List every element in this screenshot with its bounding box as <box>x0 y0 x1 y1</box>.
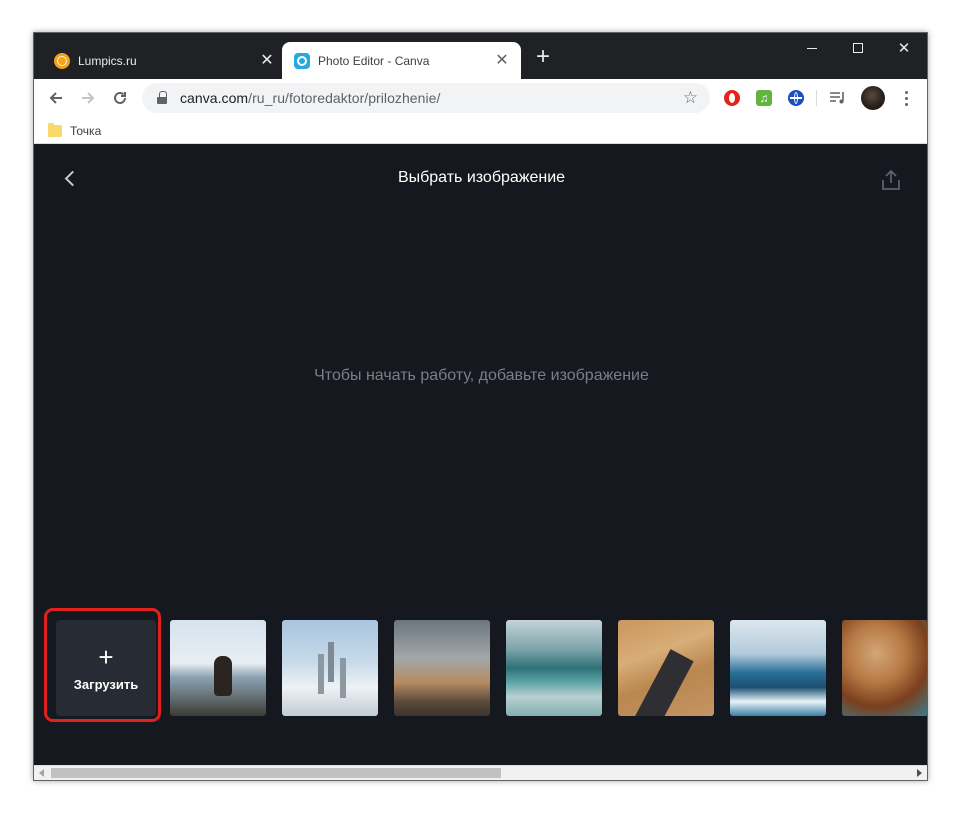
arrow-right-icon <box>82 92 95 104</box>
music-extension[interactable]: ♫ <box>755 89 773 107</box>
opera-extension[interactable] <box>723 89 741 107</box>
url-text: canva.com/ru_ru/fotoredaktor/prilozhenie… <box>180 90 683 106</box>
sample-image-rock-with-trees[interactable] <box>394 620 490 716</box>
bookmark-label: Точка <box>70 124 102 138</box>
opera-icon <box>724 90 740 106</box>
globe-extension[interactable] <box>787 89 805 107</box>
scroll-right-icon[interactable] <box>917 769 922 777</box>
sample-image-surfer[interactable] <box>730 620 826 716</box>
empty-state-hint: Чтобы начать работу, добавьте изображени… <box>314 367 649 384</box>
profile-avatar[interactable] <box>861 86 885 110</box>
close-icon: ✕ <box>897 40 911 57</box>
minimize-icon <box>807 47 817 49</box>
horizontal-scrollbar[interactable] <box>34 765 927 780</box>
canva-photo-editor: Выбрать изображение Чтобы начать работу,… <box>34 144 927 765</box>
upload-arrow-icon <box>882 169 900 190</box>
sample-image-woman-on-rocks[interactable] <box>170 620 266 716</box>
bookmarks-bar: Точка <box>34 117 927 144</box>
url-path: /ru_ru/fotoredaktor/prilozhenie/ <box>248 90 441 106</box>
sample-image-abstract[interactable] <box>842 620 927 716</box>
tab-lumpics[interactable]: Lumpics.ru ✕ <box>42 42 286 79</box>
share-icon[interactable] <box>881 169 901 191</box>
folder-icon <box>48 123 62 137</box>
back-button[interactable] <box>42 84 70 112</box>
bookmark-star-icon[interactable]: ☆ <box>683 88 698 108</box>
reload-icon <box>114 91 126 104</box>
browser-menu-button[interactable] <box>896 86 916 110</box>
toolbar-divider <box>816 90 817 106</box>
scroll-left-icon[interactable] <box>39 769 44 777</box>
close-icon[interactable]: ✕ <box>256 50 278 72</box>
new-tab-button[interactable]: + <box>531 45 555 70</box>
address-bar[interactable]: canva.com/ru_ru/fotoredaktor/prilozhenie… <box>142 83 710 113</box>
sample-image-mountain-lake[interactable] <box>506 620 602 716</box>
close-icon[interactable]: ✕ <box>491 50 513 72</box>
media-queue-icon <box>830 92 844 104</box>
arrow-left-icon <box>49 92 62 104</box>
upload-button[interactable]: + Загрузить <box>56 620 156 716</box>
page-title: Выбрать изображение <box>397 169 566 186</box>
media-queue-button[interactable] <box>829 89 847 107</box>
bookmark-folder-tochka[interactable]: Точка <box>48 121 101 141</box>
browser-toolbar: canva.com/ru_ru/fotoredaktor/prilozhenie… <box>34 79 927 117</box>
upload-label: Загрузить <box>73 676 139 692</box>
scrollbar-thumb[interactable] <box>51 768 501 778</box>
tab-canva[interactable]: Photo Editor - Canva ✕ <box>282 42 521 79</box>
plus-icon: + <box>98 641 114 672</box>
maximize-icon <box>853 43 863 53</box>
close-window-button[interactable]: ✕ <box>881 33 927 63</box>
maximize-button[interactable] <box>835 33 881 63</box>
tab-title: Photo Editor - Canva <box>318 53 430 68</box>
music-icon: ♫ <box>756 90 772 106</box>
globe-icon <box>788 90 804 106</box>
minimize-button[interactable] <box>789 33 835 63</box>
dot <box>904 96 908 100</box>
sample-image-desert-road[interactable] <box>618 620 714 716</box>
tab-title: Lumpics.ru <box>78 53 137 68</box>
canva-favicon-icon <box>294 52 310 69</box>
reload-button[interactable] <box>106 84 134 112</box>
dot <box>904 102 908 106</box>
sample-image-city-above-clouds[interactable] <box>282 620 378 716</box>
lumpics-favicon-icon <box>54 52 70 69</box>
forward-button[interactable] <box>74 84 102 112</box>
dot <box>904 90 908 94</box>
browser-window: Lumpics.ru ✕ Photo Editor - Canva ✕ + ✕ <box>33 32 928 781</box>
tab-strip: Lumpics.ru ✕ Photo Editor - Canva ✕ + ✕ <box>34 33 927 79</box>
url-host: canva.com <box>180 90 249 106</box>
lock-icon <box>156 91 170 105</box>
